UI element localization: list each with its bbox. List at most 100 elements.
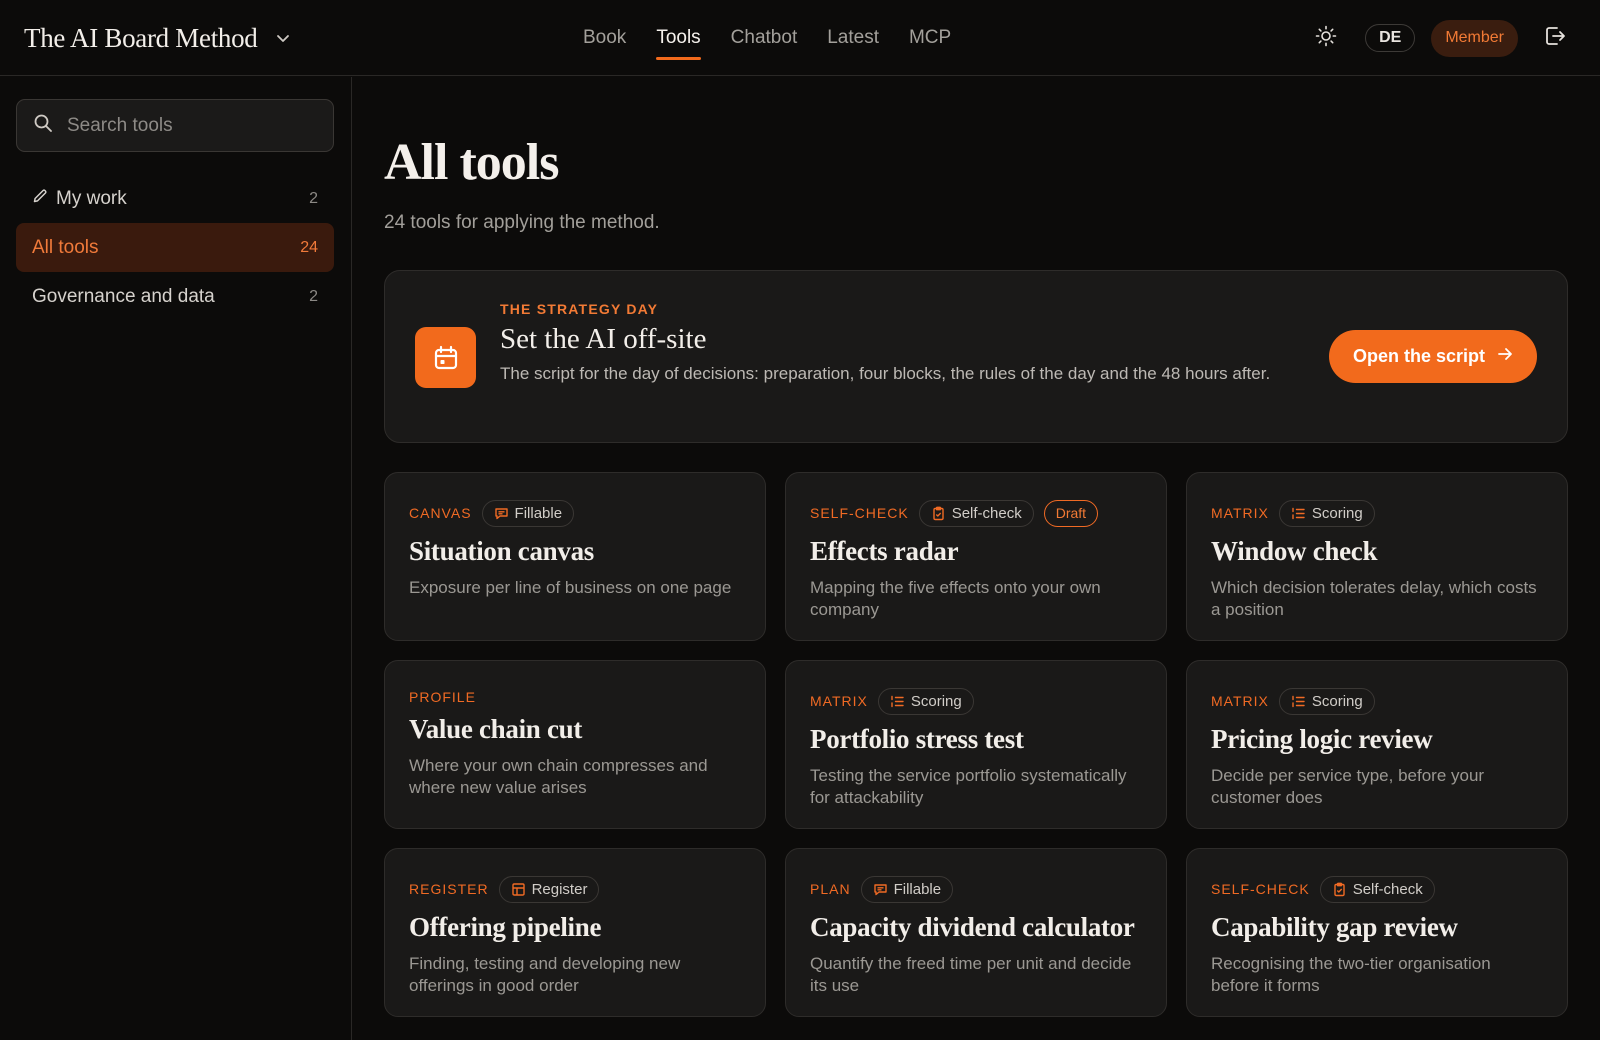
tool-description: Recognising the two-tier organisation be… bbox=[1211, 954, 1491, 995]
tool-chip-label: Scoring bbox=[1311, 504, 1363, 522]
language-toggle[interactable]: DE bbox=[1365, 24, 1416, 52]
tool-type: MATRIX bbox=[1211, 693, 1269, 709]
table-icon bbox=[511, 882, 526, 897]
list-icon bbox=[1291, 694, 1306, 709]
tool-description: Testing the service portfolio systematic… bbox=[810, 766, 1127, 807]
sidebar-item-count: 24 bbox=[300, 238, 318, 256]
tool-chip-label: Scoring bbox=[1311, 692, 1363, 710]
search-icon bbox=[33, 113, 53, 138]
page-subtitle: 24 tools for applying the method. bbox=[384, 212, 660, 233]
tool-chip-label: Scoring bbox=[910, 692, 962, 710]
tool-card-effects-radar[interactable]: SELF-CHECK Self-check Draft Effects rada… bbox=[785, 472, 1167, 641]
sidebar-item-label: All tools bbox=[32, 236, 99, 258]
tool-card-capability-gap-review[interactable]: SELF-CHECK Self-check Capability gap rev… bbox=[1186, 848, 1568, 1017]
tool-description: Decide per service type, before your cus… bbox=[1211, 766, 1485, 807]
clipboard-icon bbox=[1332, 882, 1347, 897]
clipboard-icon bbox=[931, 506, 946, 521]
nav-book[interactable]: Book bbox=[583, 0, 626, 76]
feature-kicker: THE STRATEGY DAY bbox=[500, 301, 659, 317]
search-box[interactable] bbox=[16, 99, 334, 152]
sidebar-item-count: 2 bbox=[309, 189, 318, 207]
arrow-right-icon bbox=[1497, 346, 1513, 367]
tool-title: Capability gap review bbox=[1211, 912, 1458, 942]
list-icon bbox=[890, 694, 905, 709]
sun-icon bbox=[1315, 25, 1337, 52]
tool-type: SELF-CHECK bbox=[810, 505, 909, 521]
sidebar-item-count: 2 bbox=[309, 287, 318, 305]
tool-chip: Scoring bbox=[877, 687, 974, 715]
tool-title: Portfolio stress test bbox=[810, 724, 1024, 754]
search-input[interactable] bbox=[67, 114, 307, 137]
tool-chip: Scoring bbox=[1278, 687, 1375, 715]
tool-chip-label: Self-check bbox=[1352, 880, 1423, 898]
tool-chip-label: Fillable bbox=[514, 504, 563, 522]
sidebar-list: My work 2 All tools 24 Governance and da… bbox=[16, 174, 334, 321]
sidebar-item-label: My work bbox=[56, 187, 127, 209]
nav-tools[interactable]: Tools bbox=[656, 0, 702, 76]
page-title: All tools bbox=[384, 134, 559, 191]
tool-description: Exposure per line of business on one pag… bbox=[409, 578, 732, 597]
pencil-icon bbox=[32, 188, 48, 210]
comment-icon bbox=[494, 506, 509, 521]
logout-icon bbox=[1543, 24, 1567, 53]
member-badge[interactable]: Member bbox=[1431, 19, 1518, 57]
tool-type: CANVAS bbox=[409, 505, 472, 521]
sidebar-item-my-work[interactable]: My work 2 bbox=[16, 174, 334, 223]
tool-type: PLAN bbox=[810, 881, 851, 897]
tool-card-capacity-dividend-calculator[interactable]: PLAN Fillable Capacity dividend calculat… bbox=[785, 848, 1167, 1017]
header-actions: DE Member bbox=[1307, 19, 1574, 57]
nav-latest[interactable]: Latest bbox=[827, 0, 879, 76]
feature-title: Set the AI off-site bbox=[500, 323, 707, 355]
tool-title: Window check bbox=[1211, 536, 1378, 566]
top-bar: The AI Board Method Book Tools Chatbot L… bbox=[0, 0, 1600, 76]
nav-chatbot[interactable]: Chatbot bbox=[731, 0, 798, 76]
tool-type: SELF-CHECK bbox=[1211, 881, 1310, 897]
tool-card-offering-pipeline[interactable]: REGISTER Register Offering pipeline Find… bbox=[384, 848, 766, 1017]
tool-chip: Scoring bbox=[1278, 499, 1375, 527]
tool-chip-label: Self-check bbox=[951, 504, 1022, 522]
tool-description: Finding, testing and developing new offe… bbox=[409, 954, 681, 995]
comment-icon bbox=[873, 882, 888, 897]
sidebar: My work 2 All tools 24 Governance and da… bbox=[0, 77, 352, 1040]
tool-title: Effects radar bbox=[810, 536, 959, 566]
tool-title: Pricing logic review bbox=[1211, 724, 1433, 754]
list-icon bbox=[1291, 506, 1306, 521]
tool-type: REGISTER bbox=[409, 881, 489, 897]
tool-card-situation-canvas[interactable]: CANVAS Fillable Situation canvas Exposur… bbox=[384, 472, 766, 641]
tool-description: Mapping the five effects onto your own c… bbox=[810, 578, 1101, 619]
tool-chip: Fillable bbox=[481, 499, 575, 527]
tool-type: MATRIX bbox=[810, 693, 868, 709]
chevron-down-icon bbox=[276, 31, 290, 45]
tool-chip-label: Register bbox=[531, 880, 588, 898]
tool-description: Where your own chain compresses and wher… bbox=[409, 756, 708, 797]
open-script-button[interactable]: Open the script bbox=[1328, 330, 1537, 383]
tool-chip: Register bbox=[498, 875, 600, 903]
nav-mcp[interactable]: MCP bbox=[909, 0, 951, 76]
sidebar-item-governance[interactable]: Governance and data 2 bbox=[16, 272, 334, 321]
sidebar-item-all-tools[interactable]: All tools 24 bbox=[16, 223, 334, 272]
tool-chip: Self-check bbox=[1319, 875, 1435, 903]
tool-type: MATRIX bbox=[1211, 505, 1269, 521]
tool-title: Situation canvas bbox=[409, 536, 594, 566]
tool-card-value-chain-cut[interactable]: PROFILE Value chain cut Where your own c… bbox=[384, 660, 766, 829]
tools-grid: CANVAS Fillable Situation canvas Exposur… bbox=[384, 472, 1568, 1017]
tool-card-portfolio-stress-test[interactable]: MATRIX Scoring Portfolio stress test Tes… bbox=[785, 660, 1167, 829]
tool-title: Capacity dividend calculator bbox=[810, 912, 1135, 942]
logout-button[interactable] bbox=[1536, 19, 1574, 57]
tool-title: Offering pipeline bbox=[409, 912, 602, 942]
draft-badge: Draft bbox=[1043, 499, 1099, 527]
brand-switcher[interactable]: The AI Board Method bbox=[24, 18, 290, 58]
brand-title: The AI Board Method bbox=[24, 22, 258, 53]
theme-toggle-button[interactable] bbox=[1307, 19, 1345, 57]
tool-title: Value chain cut bbox=[409, 714, 583, 744]
main-nav: Book Tools Chatbot Latest MCP bbox=[583, 0, 951, 76]
tool-card-pricing-logic-review[interactable]: MATRIX Scoring Pricing logic review Deci… bbox=[1186, 660, 1568, 829]
tool-chip-label: Fillable bbox=[893, 880, 942, 898]
tool-chip: Self-check bbox=[918, 499, 1034, 527]
tool-chip: Fillable bbox=[860, 875, 954, 903]
tool-description: Which decision tolerates delay, which co… bbox=[1211, 578, 1537, 619]
feature-description: The script for the day of decisions: pre… bbox=[500, 364, 1271, 383]
tool-card-window-check[interactable]: MATRIX Scoring Window check Which decisi… bbox=[1186, 472, 1568, 641]
tool-type: PROFILE bbox=[409, 689, 476, 705]
tool-description: Quantify the freed time per unit and dec… bbox=[810, 954, 1132, 995]
